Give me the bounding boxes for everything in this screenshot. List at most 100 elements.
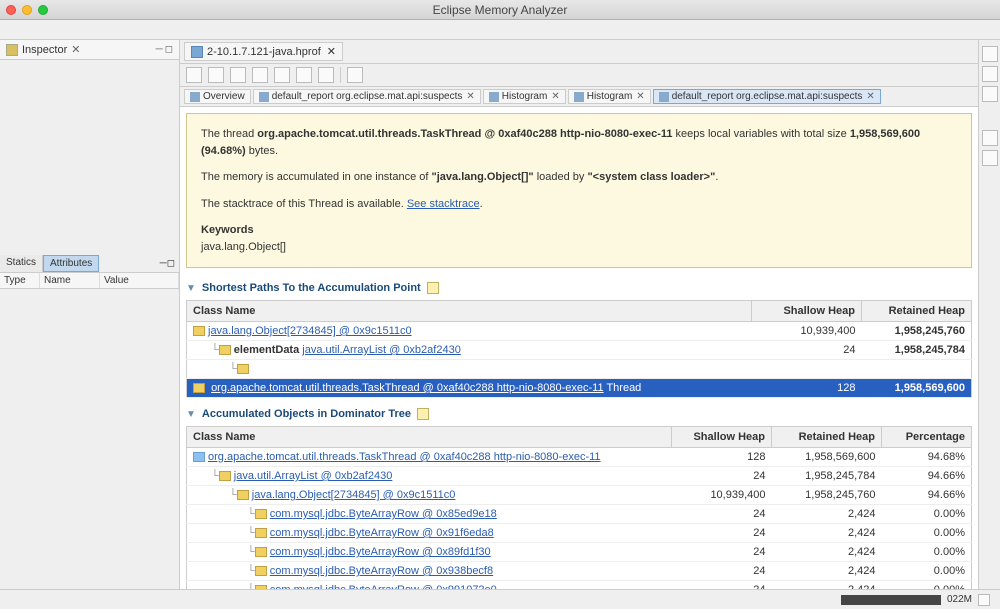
tab-icon (659, 92, 669, 102)
trim-icon[interactable] (982, 66, 998, 82)
close-icon[interactable]: ✕ (466, 91, 474, 102)
object-link[interactable]: org.apache.tomcat.util.threads.TaskThrea… (208, 451, 601, 463)
close-icon[interactable]: ✕ (551, 91, 559, 102)
section-shortest-paths[interactable]: ▼ Shortest Paths To the Accumulation Poi… (186, 282, 972, 294)
editor-area: 2-10.1.7.121-java.hprof ✕ Overviewdefaul… (180, 40, 978, 589)
twisty-icon: ▼ (186, 283, 196, 294)
trim-icon[interactable] (982, 130, 998, 146)
status-bar: 022M (0, 589, 1000, 609)
search-icon[interactable] (347, 67, 363, 83)
section-icon (417, 408, 429, 420)
table-row[interactable]: └ (187, 360, 972, 379)
editor-tab-label: 2-10.1.7.121-java.hprof (207, 46, 321, 58)
section-accumulated-objects[interactable]: ▼ Accumulated Objects in Dominator Tree (186, 408, 972, 420)
col-retained-heap[interactable]: Retained Heap (862, 301, 972, 322)
tab-icon (489, 92, 499, 102)
col-class-name[interactable]: Class Name (187, 301, 752, 322)
object-link[interactable]: com.mysql.jdbc.ByteArrayRow @ 0x938becf8 (270, 565, 493, 577)
see-stacktrace-link[interactable]: See stacktrace (407, 198, 480, 210)
main-toolbar (0, 20, 1000, 40)
table-row[interactable]: └com.mysql.jdbc.ByteArrayRow @ 0x91f6eda… (187, 524, 972, 543)
close-icon[interactable]: ✕ (636, 91, 644, 102)
object-link[interactable]: com.mysql.jdbc.ByteArrayRow @ 0x85ed9e18 (270, 508, 497, 520)
col-value[interactable]: Value (100, 273, 179, 288)
oql-icon[interactable] (252, 67, 268, 83)
query-icon[interactable] (318, 67, 334, 83)
class-icon (237, 490, 249, 500)
table-row[interactable]: org.apache.tomcat.util.threads.TaskThrea… (187, 448, 972, 467)
trim-icon[interactable] (982, 86, 998, 102)
table-row[interactable]: └com.mysql.jdbc.ByteArrayRow @ 0x85ed9e1… (187, 505, 972, 524)
report-content: The thread org.apache.tomcat.util.thread… (180, 107, 978, 589)
keywords-heading: Keywords (201, 224, 254, 236)
report-tab[interactable]: default_report org.eclipse.mat.api:suspe… (253, 89, 481, 104)
object-link[interactable]: java.lang.Object[2734845] @ 0x9c1511c0 (252, 489, 456, 501)
col-class-name[interactable]: Class Name (187, 427, 672, 448)
object-link[interactable]: com.mysql.jdbc.ByteArrayRow @ 0x991072e0 (270, 584, 497, 589)
object-link[interactable]: java.util.ArrayList @ 0xb2af2430 (302, 344, 461, 356)
editor-tab[interactable]: 2-10.1.7.121-java.hprof ✕ (184, 42, 343, 61)
keywords-value: java.lang.Object[] (201, 241, 286, 253)
table-row[interactable]: └java.lang.Object[2734845] @ 0x9c1511c01… (187, 486, 972, 505)
col-shallow-heap[interactable]: Shallow Heap (672, 427, 772, 448)
object-link[interactable]: java.util.ArrayList @ 0xb2af2430 (234, 470, 393, 482)
heap-usage-text: 022M (947, 594, 972, 605)
hprof-file-icon (191, 46, 203, 58)
table-row[interactable]: java.lang.Object[2734845] @ 0x9c1511c010… (187, 322, 972, 341)
table-row[interactable]: org.apache.tomcat.util.threads.TaskThrea… (187, 379, 972, 398)
tab-attributes[interactable]: Attributes (43, 255, 99, 272)
dominator-tree-table: Class Name Shallow Heap Retained Heap Pe… (186, 426, 972, 589)
class-icon (255, 547, 267, 557)
col-shallow-heap[interactable]: Shallow Heap (752, 301, 862, 322)
report-tab[interactable]: Overview (184, 89, 251, 104)
gc-icon[interactable] (978, 594, 990, 606)
report-tab[interactable]: Histogram✕ (483, 89, 566, 104)
report-tab[interactable]: default_report org.eclipse.mat.api:suspe… (653, 89, 881, 104)
class-icon (219, 471, 231, 481)
object-link[interactable]: com.mysql.jdbc.ByteArrayRow @ 0x91f6eda8 (270, 527, 494, 539)
object-link[interactable]: org.apache.tomcat.util.threads.TaskThrea… (211, 382, 604, 394)
table-row[interactable]: └elementData java.util.ArrayList @ 0xb2a… (187, 341, 972, 360)
close-icon[interactable]: ✕ (327, 45, 336, 58)
app-title: Eclipse Memory Analyzer (0, 3, 1000, 17)
class-icon (237, 364, 249, 374)
info-icon[interactable] (186, 67, 202, 83)
minimize-icon[interactable]: ─ (156, 44, 163, 55)
heap-usage-bar (841, 595, 941, 605)
dominator-icon[interactable] (230, 67, 246, 83)
col-name[interactable]: Name (40, 273, 100, 288)
col-percentage[interactable]: Percentage (882, 427, 972, 448)
tab-icon (259, 92, 269, 102)
inspector-icon (6, 44, 18, 56)
trim-icon[interactable] (982, 46, 998, 62)
maximize-icon[interactable]: ◻ (167, 258, 175, 269)
class-icon (219, 345, 231, 355)
inspector-view-tab[interactable]: Inspector ✕ ─ ◻ (0, 40, 179, 60)
report-tab[interactable]: Histogram✕ (568, 89, 651, 104)
class-icon (255, 585, 267, 589)
inspector-pane: Inspector ✕ ─ ◻ Statics Attributes ─ ◻ T… (0, 40, 180, 589)
object-link[interactable]: java.lang.Object[2734845] @ 0x9c1511c0 (208, 325, 412, 337)
inspector-label: Inspector (22, 44, 67, 56)
table-row[interactable]: └java.util.ArrayList @ 0xb2af2430241,958… (187, 467, 972, 486)
table-row[interactable]: └com.mysql.jdbc.ByteArrayRow @ 0x938becf… (187, 562, 972, 581)
close-icon[interactable]: ✕ (866, 91, 874, 102)
maximize-icon[interactable]: ◻ (165, 44, 173, 55)
object-link[interactable]: com.mysql.jdbc.ByteArrayRow @ 0x89fd1f30 (270, 546, 491, 558)
class-icon (255, 566, 267, 576)
table-row[interactable]: └com.mysql.jdbc.ByteArrayRow @ 0x991072e… (187, 581, 972, 590)
trim-icon[interactable] (982, 150, 998, 166)
minimize-icon[interactable]: ─ (160, 258, 167, 269)
run-icon[interactable] (296, 67, 312, 83)
thread-icon[interactable] (274, 67, 290, 83)
tab-statics[interactable]: Statics (0, 255, 43, 272)
histogram-icon[interactable] (208, 67, 224, 83)
close-icon[interactable]: ✕ (71, 43, 80, 56)
class-icon (193, 452, 205, 462)
class-icon (255, 509, 267, 519)
col-type[interactable]: Type (0, 273, 40, 288)
editor-toolbar (180, 64, 978, 87)
class-icon (193, 383, 205, 393)
col-retained-heap[interactable]: Retained Heap (772, 427, 882, 448)
table-row[interactable]: └com.mysql.jdbc.ByteArrayRow @ 0x89fd1f3… (187, 543, 972, 562)
